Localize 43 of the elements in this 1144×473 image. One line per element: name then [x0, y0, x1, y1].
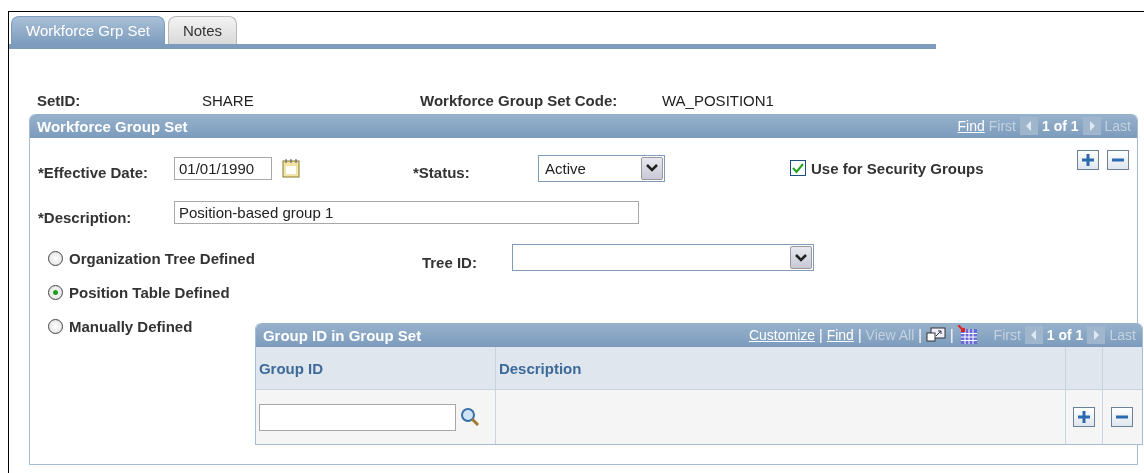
- nav-link[interactable]: Customize: [748, 327, 816, 343]
- field-label: SetID:: [37, 91, 82, 109]
- row-count: 1 of 1: [1041, 118, 1079, 134]
- radio-button[interactable]: [48, 285, 63, 300]
- separator: |: [949, 327, 954, 343]
- add-row-button[interactable]: [1077, 150, 1099, 170]
- radio-option[interactable]: Position Table Defined: [48, 284, 255, 301]
- nav-link[interactable]: Find: [826, 327, 854, 343]
- search-icon[interactable]: [459, 407, 480, 427]
- security-checkbox[interactable]: Use for Security Groups: [790, 159, 984, 177]
- field-value: WA_POSITION1: [662, 91, 774, 109]
- separator: |: [857, 327, 862, 343]
- tab[interactable]: Notes: [167, 16, 238, 44]
- delete-row-button[interactable]: [1107, 150, 1129, 170]
- radio-option[interactable]: Organization Tree Defined: [48, 250, 255, 267]
- field-label: *Status:: [413, 163, 471, 181]
- nav-link[interactable]: Find: [957, 118, 985, 134]
- field-label: *Effective Date:: [38, 163, 150, 181]
- status-dropdown[interactable]: Active: [538, 154, 665, 182]
- radio-button[interactable]: [48, 251, 63, 266]
- field-label: Tree ID:: [421, 254, 478, 271]
- separator: |: [819, 327, 823, 343]
- separator: |: [918, 327, 922, 343]
- plus-icon: [1081, 153, 1095, 167]
- add-row-button[interactable]: [1072, 407, 1095, 427]
- description-field[interactable]: Position-based group 1: [174, 200, 639, 224]
- radio-option[interactable]: Manually Defined: [48, 318, 255, 335]
- grid-title: Group ID in Group Set: [262, 326, 422, 344]
- row-count: 1 of 1: [1046, 327, 1084, 343]
- field-label: Workforce Group Set Code:: [420, 91, 619, 109]
- date-field[interactable]: 01/01/1990: [174, 156, 272, 180]
- radio-button[interactable]: [48, 319, 63, 334]
- checkbox[interactable]: [790, 160, 806, 176]
- group-id-field[interactable]: [258, 403, 456, 431]
- new-window-icon[interactable]: [925, 326, 946, 344]
- field-label: *Description:: [38, 208, 133, 226]
- calendar-icon[interactable]: [282, 158, 300, 178]
- group-box-title: Workforce Group Set: [37, 117, 188, 135]
- plus-icon: [1076, 410, 1091, 424]
- delete-row-button[interactable]: [1111, 407, 1134, 427]
- tab[interactable]: Workforce Grp Set: [11, 16, 165, 44]
- spreadsheet-icon[interactable]: [957, 325, 978, 345]
- field-value: SHARE: [202, 91, 255, 109]
